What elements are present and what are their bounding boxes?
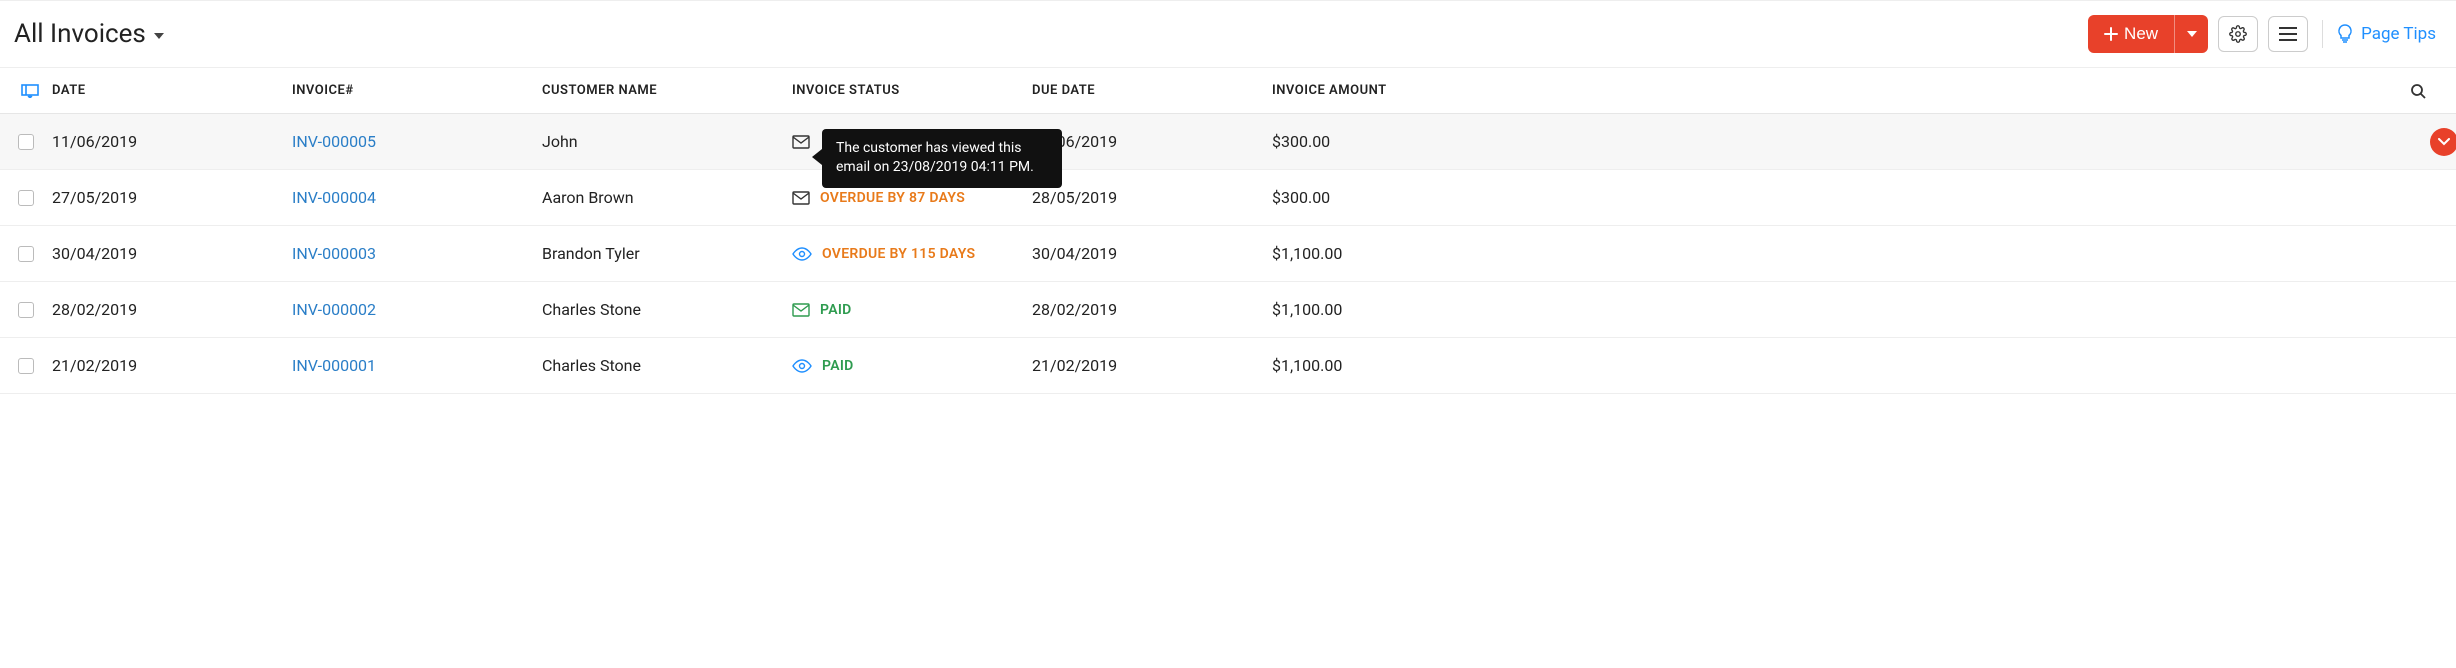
cell-date: 21/02/2019 <box>52 356 292 375</box>
status-text: PAID <box>820 302 852 318</box>
chevron-down-icon <box>2187 31 2197 37</box>
page-title: All Invoices <box>14 19 146 49</box>
search-icon <box>2410 83 2426 99</box>
cell-amount: $300.00 <box>1272 132 2388 151</box>
menu-icon <box>2279 27 2297 41</box>
table-header: DATE INVOICE# CUSTOMER NAME INVOICE STAT… <box>0 68 2456 114</box>
search-button[interactable] <box>2388 83 2448 99</box>
page-tips-label: Page Tips <box>2361 24 2436 44</box>
new-button-dropdown[interactable] <box>2174 15 2208 53</box>
eye-icon <box>792 247 812 261</box>
table-row[interactable]: 30/04/2019INV-000003Brandon TylerOVERDUE… <box>0 226 2456 282</box>
columns-icon <box>21 84 39 98</box>
column-header-customer[interactable]: CUSTOMER NAME <box>542 83 792 98</box>
row-checkbox[interactable] <box>18 246 34 262</box>
table-row[interactable]: 11/06/2019INV-000005JohnThe customer has… <box>0 114 2456 170</box>
row-checkbox[interactable] <box>18 358 34 374</box>
cell-customer: Aaron Brown <box>542 188 792 207</box>
row-checkbox[interactable] <box>18 302 34 318</box>
tooltip-text: The customer has viewed this email on 23… <box>836 140 1034 176</box>
invoice-link[interactable]: INV-000003 <box>292 244 542 263</box>
new-button-group: New <box>2088 15 2208 53</box>
page-tips-link[interactable]: Page Tips <box>2337 24 2436 44</box>
cell-status: PAID <box>792 358 1032 374</box>
column-header-amount[interactable]: INVOICE AMOUNT <box>1272 83 2388 98</box>
mail-icon <box>792 191 810 205</box>
menu-button[interactable] <box>2268 16 2308 52</box>
settings-button[interactable] <box>2218 16 2258 52</box>
cell-amount: $1,100.00 <box>1272 300 2388 319</box>
toolbar: All Invoices New Page Tips <box>0 0 2456 68</box>
invoice-link[interactable]: INV-000004 <box>292 188 542 207</box>
mail-icon <box>792 135 810 149</box>
cell-amount: $1,100.00 <box>1272 356 2388 375</box>
column-header-due[interactable]: DUE DATE <box>1032 83 1272 98</box>
view-selector[interactable]: All Invoices <box>14 19 164 49</box>
eye-icon <box>792 359 812 373</box>
cell-status: OVERDUE BY 87 DAYS <box>792 190 1032 206</box>
gear-icon <box>2229 25 2247 43</box>
column-header-status[interactable]: INVOICE STATUS <box>792 83 1032 98</box>
cell-status: The customer has viewed this email on 23… <box>792 135 1032 149</box>
table-body: 11/06/2019INV-000005JohnThe customer has… <box>0 114 2456 394</box>
chevron-down-icon <box>154 33 164 39</box>
column-selector-button[interactable] <box>8 84 52 98</box>
cell-customer: Brandon Tyler <box>542 244 792 263</box>
separator <box>2322 20 2323 48</box>
cell-due: 21/02/2019 <box>1032 356 1272 375</box>
cell-customer: Charles Stone <box>542 356 792 375</box>
status-text: OVERDUE BY 87 DAYS <box>820 190 965 206</box>
new-button-label: New <box>2124 24 2158 44</box>
invoice-link[interactable]: INV-000002 <box>292 300 542 319</box>
tooltip: The customer has viewed this email on 23… <box>822 129 1062 188</box>
cell-customer: Charles Stone <box>542 300 792 319</box>
column-header-date[interactable]: DATE <box>52 83 86 98</box>
table-row[interactable]: 28/02/2019INV-000002Charles StonePAID28/… <box>0 282 2456 338</box>
cell-amount: $300.00 <box>1272 188 2388 207</box>
cell-status: PAID <box>792 302 1032 318</box>
invoice-link[interactable]: INV-000001 <box>292 356 542 375</box>
cell-due: 11/06/2019 <box>1032 132 1272 151</box>
cell-status: OVERDUE BY 115 DAYS <box>792 246 1032 262</box>
status-text: PAID <box>822 358 854 374</box>
row-checkbox[interactable] <box>18 134 34 150</box>
cell-date: 11/06/2019 <box>52 132 292 151</box>
cell-due: 28/05/2019 <box>1032 188 1272 207</box>
new-button[interactable]: New <box>2088 15 2174 53</box>
chevron-down-icon <box>2438 138 2450 146</box>
plus-icon <box>2104 27 2118 41</box>
invoice-link[interactable]: INV-000005 <box>292 132 542 151</box>
column-header-invoice[interactable]: INVOICE# <box>292 83 542 98</box>
table-row[interactable]: 27/05/2019INV-000004Aaron Brown OVERDUE B… <box>0 170 2456 226</box>
cell-due: 28/02/2019 <box>1032 300 1272 319</box>
cell-date: 30/04/2019 <box>52 244 292 263</box>
table-row[interactable]: 21/02/2019INV-000001Charles StonePAID21/… <box>0 338 2456 394</box>
cell-date: 27/05/2019 <box>52 188 292 207</box>
mail-icon <box>792 303 810 317</box>
cell-amount: $1,100.00 <box>1272 244 2388 263</box>
bulb-icon <box>2337 24 2353 44</box>
row-checkbox[interactable] <box>18 190 34 206</box>
status-text: OVERDUE BY 115 DAYS <box>822 246 975 262</box>
cell-date: 28/02/2019 <box>52 300 292 319</box>
cell-customer: John <box>542 132 792 151</box>
cell-due: 30/04/2019 <box>1032 244 1272 263</box>
row-actions-button[interactable] <box>2430 128 2456 156</box>
